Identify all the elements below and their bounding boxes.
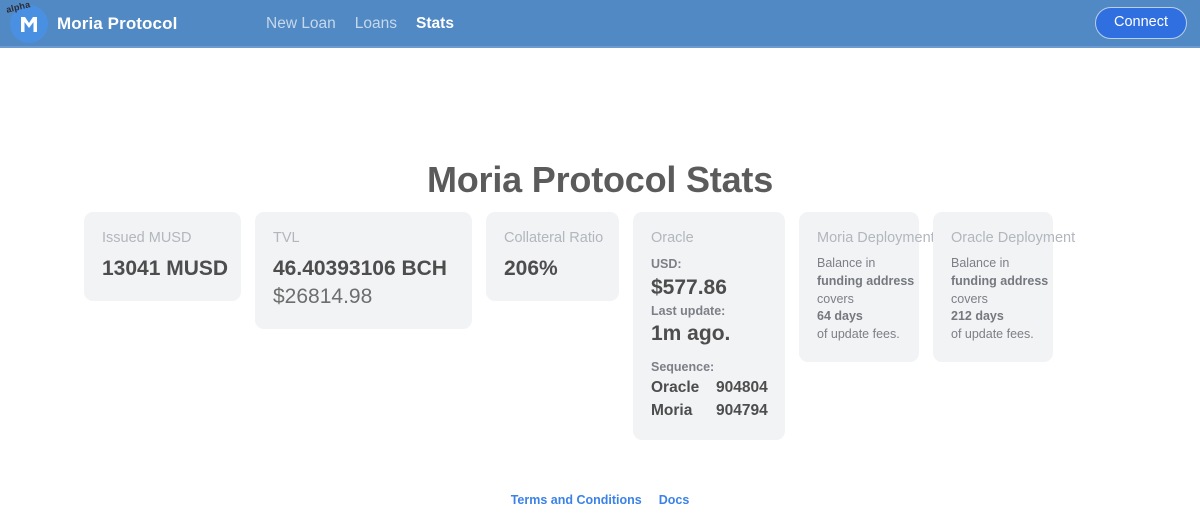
- sequence-row-oracle: Oracle 904804: [651, 377, 768, 399]
- card-value-tvl-bch: 46.40393106 BCH: [273, 255, 455, 283]
- moria-deployment-line-2: funding address: [817, 273, 902, 291]
- card-tvl: TVL 46.40393106 BCH $26814.98: [255, 212, 472, 329]
- oracle-usd-label: USD:: [651, 255, 768, 274]
- moria-deployment-line-5: of update fees.: [817, 326, 902, 344]
- sequence-row-moria: Moria 904794: [651, 400, 768, 422]
- page-title: Moria Protocol Stats: [0, 159, 1200, 201]
- footer-link-docs[interactable]: Docs: [659, 493, 690, 507]
- stats-card-row: Issued MUSD 13041 MUSD TVL 46.40393106 B…: [84, 212, 1116, 440]
- footer: Terms and Conditions Docs: [0, 493, 1200, 507]
- card-label-oracle-deployment: Oracle Deployment: [951, 230, 1036, 246]
- top-navigation-bar: alpha Moria Protocol New Loan Loans Stat…: [0, 0, 1200, 48]
- card-value-issued-musd: 13041 MUSD: [102, 255, 224, 283]
- nav-item-stats[interactable]: Stats: [416, 15, 454, 33]
- sequence-value-moria: 904794: [716, 400, 768, 422]
- oracle-usd-value: $577.86: [651, 274, 768, 302]
- sequence-value-oracle: 904804: [716, 377, 768, 399]
- oracle-spacer: [651, 348, 768, 358]
- card-collateral-ratio: Collateral Ratio 206%: [486, 212, 619, 301]
- nav-item-loans[interactable]: Loans: [355, 15, 397, 33]
- oracle-deployment-line-2: funding address: [951, 273, 1036, 291]
- card-moria-deployment: Moria Deployment Balance in funding addr…: [799, 212, 919, 362]
- card-label-issued-musd: Issued MUSD: [102, 230, 224, 246]
- card-label-tvl: TVL: [273, 230, 455, 246]
- moria-deployment-line-3: covers: [817, 291, 902, 309]
- card-label-oracle: Oracle: [651, 230, 768, 246]
- brand-logo-link[interactable]: alpha Moria Protocol: [10, 0, 177, 48]
- card-value-collateral-ratio: 206%: [504, 255, 602, 283]
- card-oracle-deployment: Oracle Deployment Balance in funding add…: [933, 212, 1053, 362]
- card-label-collateral-ratio: Collateral Ratio: [504, 230, 602, 246]
- brand-name: Moria Protocol: [57, 14, 177, 34]
- card-label-moria-deployment: Moria Deployment: [817, 230, 902, 246]
- moria-deployment-line-1: Balance in: [817, 255, 902, 273]
- oracle-deployment-days: 212 days: [951, 308, 1036, 326]
- card-issued-musd: Issued MUSD 13041 MUSD: [84, 212, 241, 301]
- moria-deployment-days: 64 days: [817, 308, 902, 326]
- oracle-deployment-line-1: Balance in: [951, 255, 1036, 273]
- connect-button[interactable]: Connect: [1095, 7, 1187, 39]
- sequence-name-moria: Moria: [651, 400, 704, 422]
- sequence-name-oracle: Oracle: [651, 377, 704, 399]
- oracle-sequence-label: Sequence:: [651, 358, 768, 377]
- oracle-last-update-label: Last update:: [651, 302, 768, 321]
- oracle-deployment-line-5: of update fees.: [951, 326, 1036, 344]
- logo-wrap: alpha: [10, 5, 48, 43]
- nav-item-new-loan[interactable]: New Loan: [266, 15, 336, 33]
- footer-link-terms[interactable]: Terms and Conditions: [511, 493, 642, 507]
- card-value-tvl-usd: $26814.98: [273, 283, 455, 311]
- nav-links: New Loan Loans Stats: [266, 0, 454, 48]
- oracle-last-update-value: 1m ago.: [651, 320, 768, 348]
- card-oracle: Oracle USD: $577.86 Last update: 1m ago.…: [633, 212, 785, 440]
- oracle-deployment-line-3: covers: [951, 291, 1036, 309]
